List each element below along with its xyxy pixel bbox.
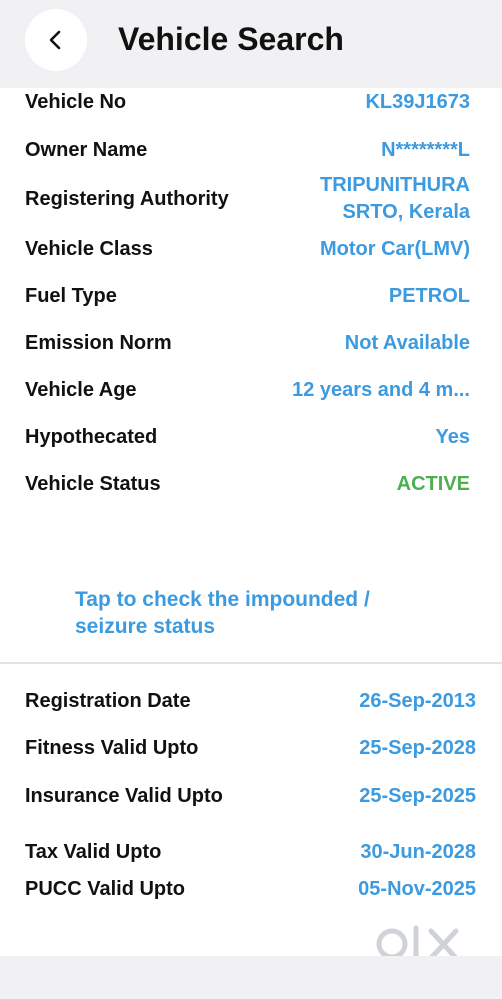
fuel-type-value: PETROL [388,285,470,307]
fitness-label: Fitness Valid Upto [25,737,199,759]
status-badge: ACTIVE [396,473,470,495]
owner-name-label: Owner Name [25,139,148,161]
registering-authority-value-line2: SRTO, Kerala [342,201,470,223]
registering-authority-value-line1: TRIPUNITHURA [320,174,470,196]
vehicle-no-value: KL39J1673 [365,91,470,113]
registration-date-label: Registration Date [25,690,191,712]
registering-authority-label: Registering Authority [25,188,229,210]
emission-norm-value: Not Available [344,332,470,354]
tax-label: Tax Valid Upto [25,841,162,863]
insurance-label: Insurance Valid Upto [25,785,223,807]
vehicle-class-label: Vehicle Class [25,238,153,260]
chevron-left-icon [49,30,61,50]
pucc-value: 05-Nov-2025 [358,878,476,900]
vehicle-class-value: Motor Car(LMV) [320,238,470,260]
page-title: Vehicle Search [118,21,344,57]
impound-link-line1: Tap to check the impounded / [75,588,370,611]
emission-norm-label: Emission Norm [25,332,172,354]
insurance-value: 25-Sep-2025 [359,785,476,807]
registration-date-value: 26-Sep-2013 [359,690,476,712]
fitness-value: 25-Sep-2028 [359,737,476,759]
pucc-label: PUCC Valid Upto [25,878,186,900]
tax-value: 30-Jun-2028 [360,841,476,863]
vehicle-status-label: Vehicle Status [25,473,161,495]
vehicle-no-label: Vehicle No [25,91,127,113]
vehicle-age-value: 12 years and 4 m... [292,379,470,401]
header-bar: Vehicle Search [0,0,502,88]
vehicle-age-label: Vehicle Age [25,379,137,401]
impound-link-line2: seizure status [75,615,216,638]
hypothecated-value: Yes [435,426,470,448]
section-divider [0,662,502,664]
fuel-type-label: Fuel Type [25,285,117,307]
owner-name-value: N********L [381,139,470,161]
hypothecated-label: Hypothecated [25,426,158,448]
back-button[interactable] [25,9,87,71]
footer-bar [0,956,502,999]
impound-status-link[interactable]: Tap to check the impounded / seizure sta… [75,586,455,640]
